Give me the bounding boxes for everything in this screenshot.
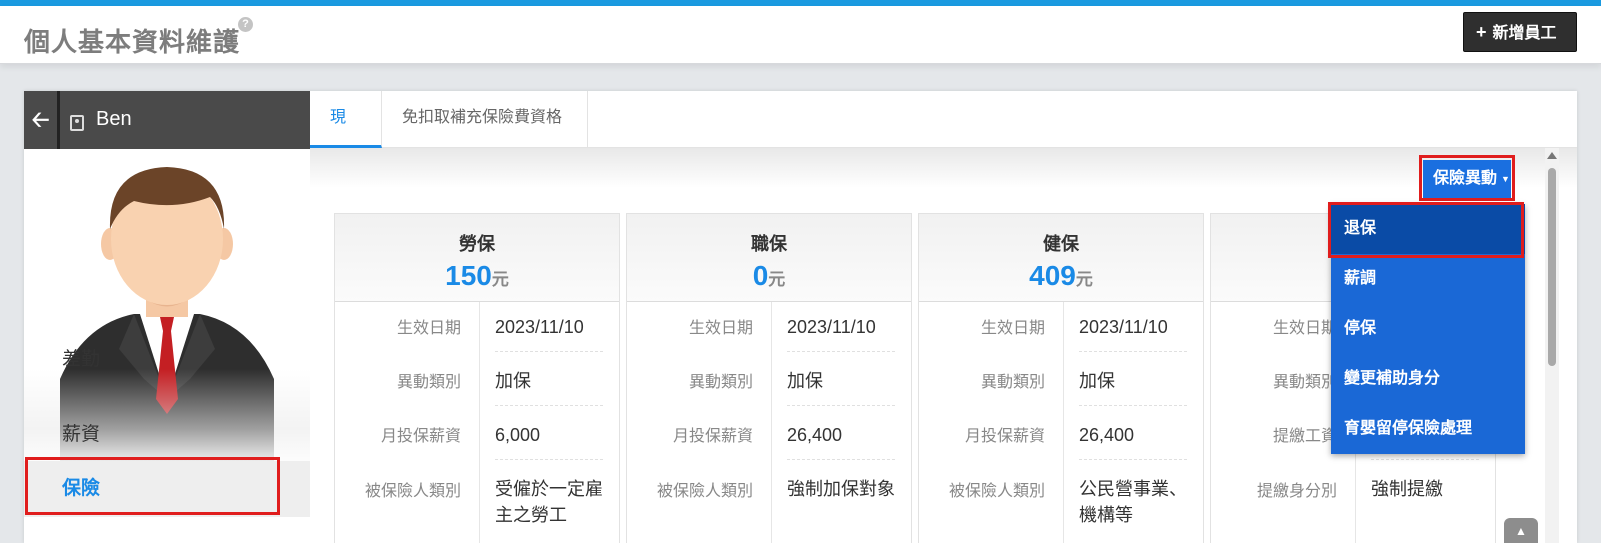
employee-sidebar: 🡠 Ben 差勤 薪資 保險	[24, 91, 320, 543]
field-label: 異動類別	[627, 356, 772, 410]
scroll-up-icon[interactable]	[1547, 152, 1557, 159]
add-employee-label: 新增員工	[1492, 25, 1557, 42]
field-label: 被保險人類別	[919, 464, 1064, 543]
field-label: 異動類別	[335, 356, 480, 410]
scroll-thumb[interactable]	[1548, 168, 1556, 366]
column-header: 勞保 150元	[335, 214, 619, 302]
column-unit: 元	[491, 270, 509, 289]
field-value: 26,400	[787, 410, 895, 460]
field-label: 月投保薪資	[335, 410, 480, 464]
content-shade	[310, 148, 1577, 188]
column-title: 健保	[1043, 234, 1079, 254]
field-label: 被保險人類別	[335, 464, 480, 543]
field-label: 月投保薪資	[627, 410, 772, 464]
back-arrow-icon[interactable]: 🡠	[24, 91, 60, 149]
field-value: 受僱於一定雇主之勞工	[495, 479, 603, 525]
labor-insurance-column: 勞保 150元 生效日期 2023/11/10 異動類別 加保 月投保薪資 6,000…	[334, 213, 620, 543]
page-header: 個人基本資料維護 ? + 新增員工	[0, 6, 1601, 64]
field-value: 2023/11/10	[1079, 302, 1187, 352]
field-value: 強制加保對象	[787, 479, 895, 499]
field-label: 生效日期	[335, 302, 480, 356]
menu-item-parental-leave[interactable]: 育嬰留停保險處理	[1331, 404, 1525, 454]
occupational-insurance-column: 職保 0元 生效日期 2023/11/10 異動類別 加保 月投保薪資 26,400 …	[626, 213, 912, 543]
tab-exemption-qualification[interactable]: 免扣取補充保險費資格	[382, 91, 588, 148]
employee-name: Ben	[96, 108, 132, 130]
field-label: 提繳身分別	[1211, 464, 1356, 543]
insurance-content: 勞保 150元 生效日期 2023/11/10 異動類別 加保 月投保薪資 6,000…	[310, 148, 1577, 543]
field-label: 生效日期	[627, 302, 772, 356]
vertical-scrollbar[interactable]	[1545, 148, 1559, 543]
scroll-to-top-icon[interactable]: ▲	[1504, 518, 1538, 543]
column-header: 職保 0元	[627, 214, 911, 302]
field-value: 公民營事業、機構等	[1079, 479, 1187, 525]
field-value: 6,000	[495, 410, 603, 460]
tab-bar: 現況 免扣取補充保險費資格	[310, 91, 1577, 180]
field-value: 2023/11/10	[495, 302, 603, 352]
field-value: 加保	[1079, 356, 1187, 406]
plus-icon: +	[1476, 22, 1487, 42]
field-value: 26,400	[1079, 410, 1187, 460]
column-amount: 409	[1029, 260, 1076, 291]
column-unit: 元	[768, 270, 786, 289]
menu-item-change-subsidy[interactable]: 變更補助身分	[1331, 354, 1525, 404]
withdraw-highlight-box	[1328, 202, 1524, 258]
field-value: 強制提繳	[1371, 479, 1443, 499]
column-title: 職保	[751, 234, 787, 254]
field-value: 加保	[787, 356, 895, 406]
insurance-button-highlight-box	[1419, 155, 1515, 201]
add-employee-button[interactable]: + 新增員工	[1463, 12, 1577, 52]
column-title: 勞保	[459, 234, 495, 254]
column-amount: 0	[752, 260, 769, 291]
employee-header: 🡠 Ben	[24, 91, 310, 149]
field-label: 生效日期	[919, 302, 1064, 356]
health-insurance-column: 健保 409元 生效日期 2023/11/10 異動類別 加保 月投保薪資 26,40…	[918, 213, 1204, 543]
menu-item-salary-adjust[interactable]: 薪調	[1331, 254, 1525, 304]
menu-item-suspend[interactable]: 停保	[1331, 304, 1525, 354]
field-label: 月投保薪資	[919, 410, 1064, 464]
page-title: 個人基本資料維護	[24, 27, 241, 57]
help-icon[interactable]: ?	[238, 17, 253, 32]
tab-current-status[interactable]: 現況	[310, 91, 382, 180]
field-label: 異動類別	[919, 356, 1064, 410]
contact-card-icon	[70, 115, 84, 131]
column-amount: 150	[445, 260, 492, 291]
employee-card: 🡠 Ben 差勤 薪資 保險 現 免扣取補充保險費資格 勞保 150元 生效日期…	[24, 91, 1577, 543]
sidebar-item-salary[interactable]: 薪資	[24, 407, 310, 463]
column-header: 健保 409元	[919, 214, 1203, 302]
field-label: 被保險人類別	[627, 464, 772, 543]
field-value: 加保	[495, 356, 603, 406]
field-value: 2023/11/10	[787, 302, 895, 352]
insurance-nav-highlight-box	[25, 457, 280, 515]
column-unit: 元	[1075, 270, 1093, 289]
sidebar-item-attendance[interactable]: 差勤	[24, 347, 310, 387]
